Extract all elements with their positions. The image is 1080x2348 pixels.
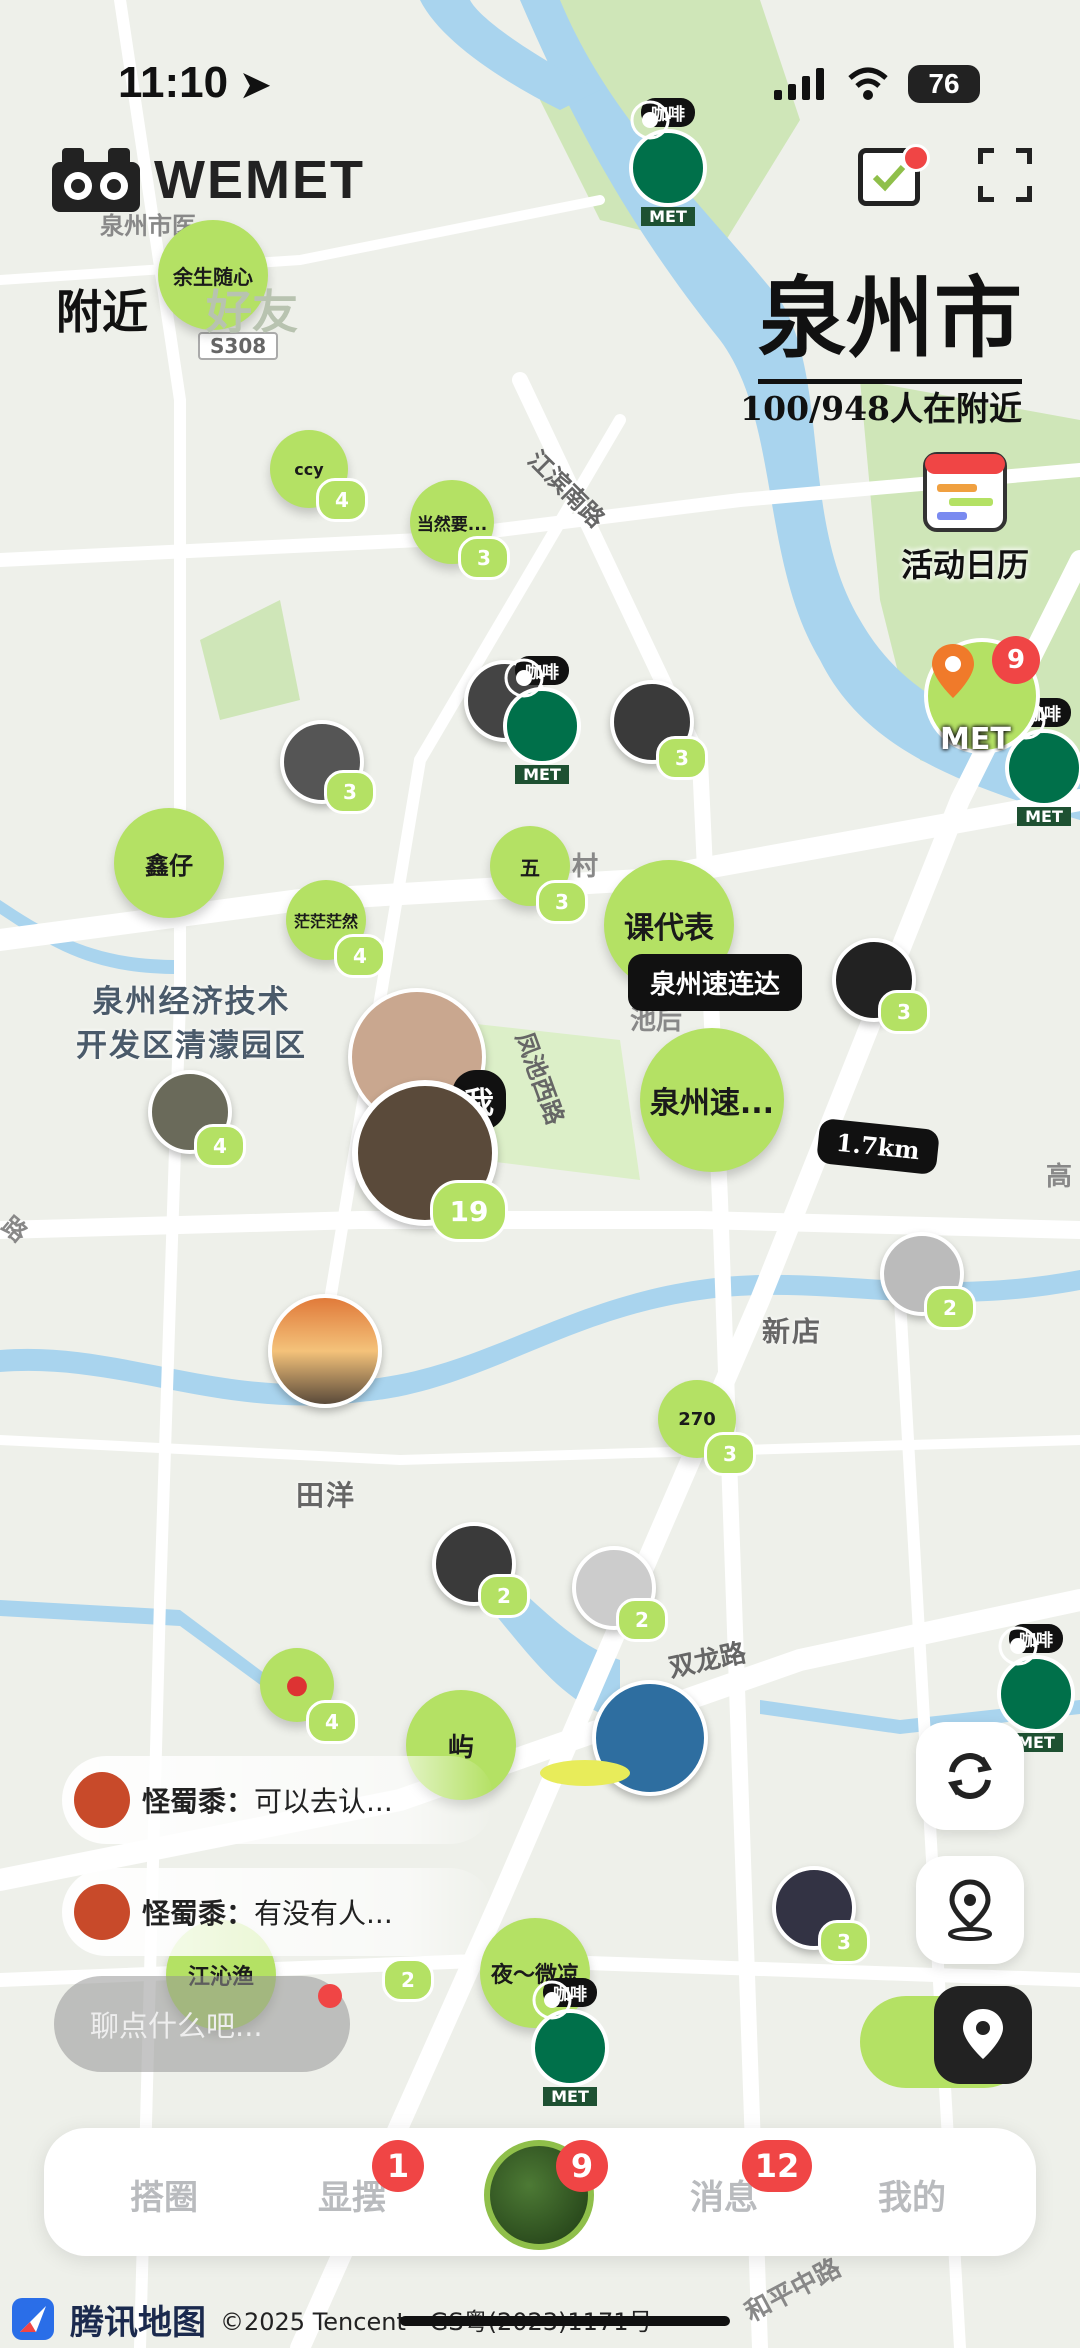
- status-time-text: 11:10: [118, 58, 229, 107]
- starbucks-pin[interactable]: 咖啡 MET: [530, 1978, 610, 2106]
- tencent-map-brand: 腾讯地图: [70, 2302, 206, 2343]
- tab-center-badge: 9: [556, 2140, 608, 2192]
- avatar-count: 4: [194, 1124, 246, 1168]
- place-gao: 高: [1046, 1162, 1073, 1192]
- met-pin-badge: 9: [992, 636, 1040, 684]
- starbucks-logo-icon: [629, 100, 707, 207]
- activity-calendar-button[interactable]: 活动日历: [900, 444, 1030, 586]
- avatar-count: 19: [430, 1180, 508, 1242]
- place-xindian: 新店: [762, 1315, 823, 1348]
- place-cun: 村: [572, 852, 599, 882]
- avatar-count: 2: [616, 1598, 668, 1642]
- starbucks-logo-icon: [997, 1626, 1075, 1733]
- calendar-icon: [923, 452, 1007, 532]
- met-tag: MET: [641, 207, 695, 226]
- met-tag: MET: [515, 765, 569, 784]
- starbucks-pin[interactable]: 咖啡 MET: [628, 98, 708, 226]
- bubble-count: 3: [458, 536, 510, 580]
- tab-messages-badge: 12: [742, 2140, 812, 2192]
- tencent-map-logo-icon: [12, 2298, 54, 2340]
- bubble-count: 3: [536, 880, 588, 924]
- chat-input-placeholder: 聊点什么吧...: [90, 2009, 263, 2043]
- status-indicators: 76: [772, 62, 980, 106]
- avatar-count: 2: [382, 1958, 434, 2002]
- city-title: 泉州市: [757, 248, 1022, 384]
- chat-sender: 怪蜀黍：: [142, 1897, 255, 1930]
- met-tag: MET: [1017, 807, 1071, 826]
- app-logo: WEMET: [52, 148, 365, 212]
- place-dev-zone: 泉州经济技术 开发区清濛园区: [76, 980, 307, 1068]
- notification-dot: [902, 144, 930, 172]
- avatar-count: 3: [818, 1920, 870, 1964]
- chat-unread-dot: [318, 1984, 342, 2008]
- bubble-label: 茫茫茫然: [293, 912, 358, 931]
- avatar-count: 2: [924, 1286, 976, 1330]
- tab-flash-badge: 1: [372, 2140, 424, 2192]
- photo-pin[interactable]: [268, 1294, 382, 1408]
- map-pin-icon: [948, 1879, 992, 1941]
- wifi-icon: [848, 67, 888, 100]
- signal-icon: [774, 68, 824, 100]
- bubble-count: 4: [334, 934, 386, 978]
- avatar-count: 2: [478, 1574, 530, 1618]
- avatar-count: 3: [878, 990, 930, 1034]
- avatar-count: 4: [306, 1700, 358, 1744]
- tab-nearby[interactable]: 附近: [56, 276, 148, 342]
- chat-avatar: [74, 1884, 130, 1940]
- bubble-tag: 泉州速连达: [628, 954, 803, 1011]
- starbucks-logo-icon: [531, 1980, 609, 2087]
- starbucks-pin[interactable]: 咖啡 MET: [502, 656, 582, 784]
- bubble-count: 3: [704, 1432, 756, 1476]
- location-icon: [963, 2009, 1003, 2059]
- map-bubble[interactable]: 鑫仔: [114, 808, 224, 918]
- battery-indicator: 76: [908, 65, 980, 103]
- tab-me[interactable]: 我的: [878, 2170, 946, 2219]
- chat-content: 可以去认...: [254, 1785, 393, 1818]
- chat-content: 有没有人...: [254, 1897, 393, 1930]
- place-dev-zone-line2: 开发区清濛园区: [76, 1028, 307, 1064]
- bubble-label: ccy: [294, 459, 324, 479]
- bubble-label: 课代表: [624, 911, 714, 946]
- calendar-label: 活动日历: [900, 546, 1029, 584]
- map-bubble[interactable]: 泉州速...: [640, 1028, 784, 1172]
- status-time: 11:10 ➤: [118, 58, 271, 108]
- starbucks-logo-icon: [503, 658, 581, 765]
- avatar-count: 3: [656, 736, 708, 780]
- refresh-icon: [948, 1753, 992, 1799]
- avatar-count: 3: [324, 770, 376, 814]
- bubble-label: 五: [520, 855, 540, 880]
- bubble-label: 鑫仔: [145, 851, 193, 880]
- tab-friends[interactable]: 好友: [206, 276, 298, 342]
- wemet-logo-icon: [52, 148, 140, 212]
- chat-message[interactable]: 怪蜀黍：有没有人...: [62, 1868, 494, 1956]
- locate-button[interactable]: [916, 1856, 1024, 1964]
- nearby-count: 100/948人在附近: [740, 389, 1022, 428]
- location-pin-icon: [932, 644, 974, 698]
- flag-marker-icon: [540, 1760, 630, 1786]
- bubble-label: 泉州速...: [649, 1086, 775, 1121]
- chat-message[interactable]: 怪蜀黍：可以去认...: [62, 1756, 494, 1844]
- place-tianyang: 田洋: [296, 1479, 357, 1512]
- chat-avatar: [74, 1772, 130, 1828]
- chat-sender: 怪蜀黍：: [142, 1785, 255, 1818]
- home-indicator: [400, 2316, 730, 2326]
- met-tag: MET: [543, 2087, 597, 2106]
- chat-input[interactable]: 聊点什么吧...: [54, 1976, 350, 2072]
- place-dev-zone-line1: 泉州经济技术: [92, 984, 291, 1020]
- tab-circle[interactable]: 搭圈: [130, 2170, 198, 2219]
- bubble-label: 当然要...: [416, 514, 488, 535]
- met-pin-label: MET: [940, 722, 1011, 757]
- location-toggle-knob[interactable]: [934, 1986, 1032, 2084]
- chat-message-text: 怪蜀黍：有没有人...: [142, 1892, 393, 1932]
- bubble-label: 270: [678, 1408, 716, 1430]
- fullscreen-icon[interactable]: [978, 148, 1032, 202]
- refresh-button[interactable]: [916, 1722, 1024, 1830]
- logo-text: WEMET: [154, 150, 365, 210]
- location-arrow-icon: ➤: [240, 64, 271, 105]
- bubble-count: 4: [316, 478, 368, 522]
- chat-message-text: 怪蜀黍：可以去认...: [142, 1780, 393, 1820]
